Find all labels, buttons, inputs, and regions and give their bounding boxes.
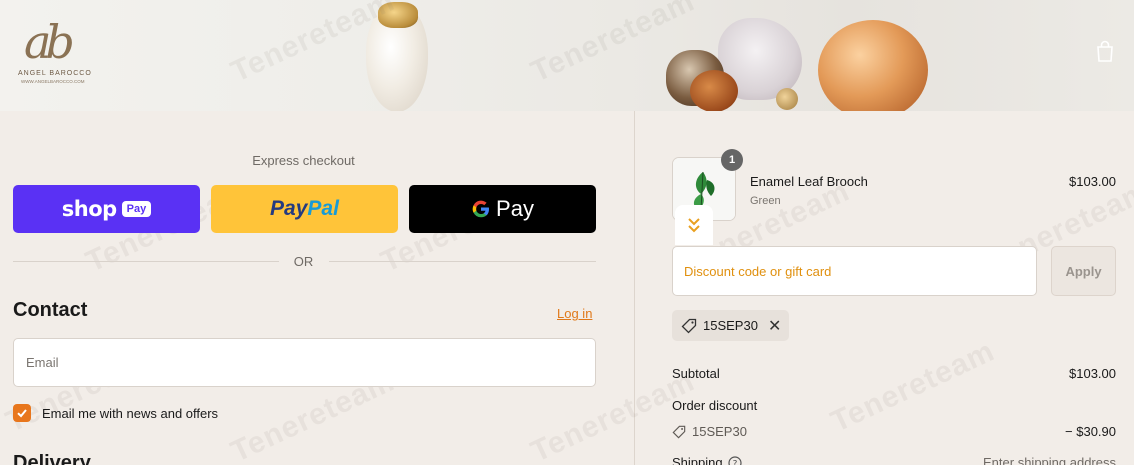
email-field[interactable] [13,338,596,387]
header-banner: ab ANGEL BAROCCO WWW.ANGELBAROCCO.COM [0,0,1134,111]
shop-pay-wordmark: shop [61,197,117,221]
column-divider [634,111,635,465]
logo-monogram: ab [24,15,75,69]
express-checkout-label: Express checkout [252,153,355,168]
shipping-label: Shipping [672,455,723,465]
order-discount-label: Order discount [672,398,758,413]
subtotal-value: $103.00 [1069,366,1116,381]
news-offers-checkbox[interactable] [13,404,31,422]
shipping-value: Enter shipping address [983,455,1116,465]
product-name: Enamel Leaf Brooch [750,174,868,189]
google-pay-label: Pay [496,196,534,221]
product-price: $103.00 [1069,174,1116,189]
shop-pay-button[interactable]: shop Pay [13,185,200,233]
google-pay-button[interactable]: Pay [409,185,596,233]
orange-crystal-image [818,20,928,111]
gold-link-image [776,88,798,110]
subtotal-label: Subtotal [672,366,720,381]
chevron-down-icon[interactable] [675,205,713,245]
logo-url: WWW.ANGELBAROCCO.COM [21,79,85,84]
tag-icon [672,425,686,438]
order-discount-code: 15SEP30 [672,424,747,439]
applied-discount-code: 15SEP30 [703,318,758,333]
gold-cap-image [378,2,418,28]
paypal-wordmark-pal: Pal [307,197,339,220]
quantity-badge: 1 [721,149,743,171]
paypal-button[interactable]: Pay Pal [211,185,398,233]
logo-brand-name: ANGEL BAROCCO [18,70,92,77]
or-label: OR [293,254,314,269]
login-link[interactable]: Log in [557,306,592,321]
shopping-bag-icon[interactable] [1092,38,1118,64]
news-offers-label: Email me with news and offers [42,406,219,421]
google-g-icon [472,200,490,218]
contact-heading: Contact [13,299,88,321]
brand-logo[interactable]: ab ANGEL BAROCCO WWW.ANGELBAROCCO.COM [18,14,98,84]
paypal-wordmark-pay: Pay [270,197,308,220]
shipping-row: Shipping ? [672,455,742,465]
applied-discount-chip: 15SEP30 ✕ [672,310,789,341]
shop-pay-badge: Pay [121,201,152,217]
delivery-heading: Delivery [13,452,91,465]
order-discount-code-text: 15SEP30 [692,424,747,439]
checkmark-icon [17,409,27,418]
amber-bead-image [690,70,738,111]
remove-discount-icon[interactable]: ✕ [768,316,781,336]
tag-icon [681,318,697,333]
help-icon[interactable]: ? [728,455,742,465]
product-variant: Green [750,195,781,207]
order-discount-value: − $30.90 [1065,424,1116,439]
apply-discount-button[interactable]: Apply [1051,246,1116,296]
svg-text:?: ? [732,459,737,465]
discount-code-input[interactable] [672,246,1037,296]
